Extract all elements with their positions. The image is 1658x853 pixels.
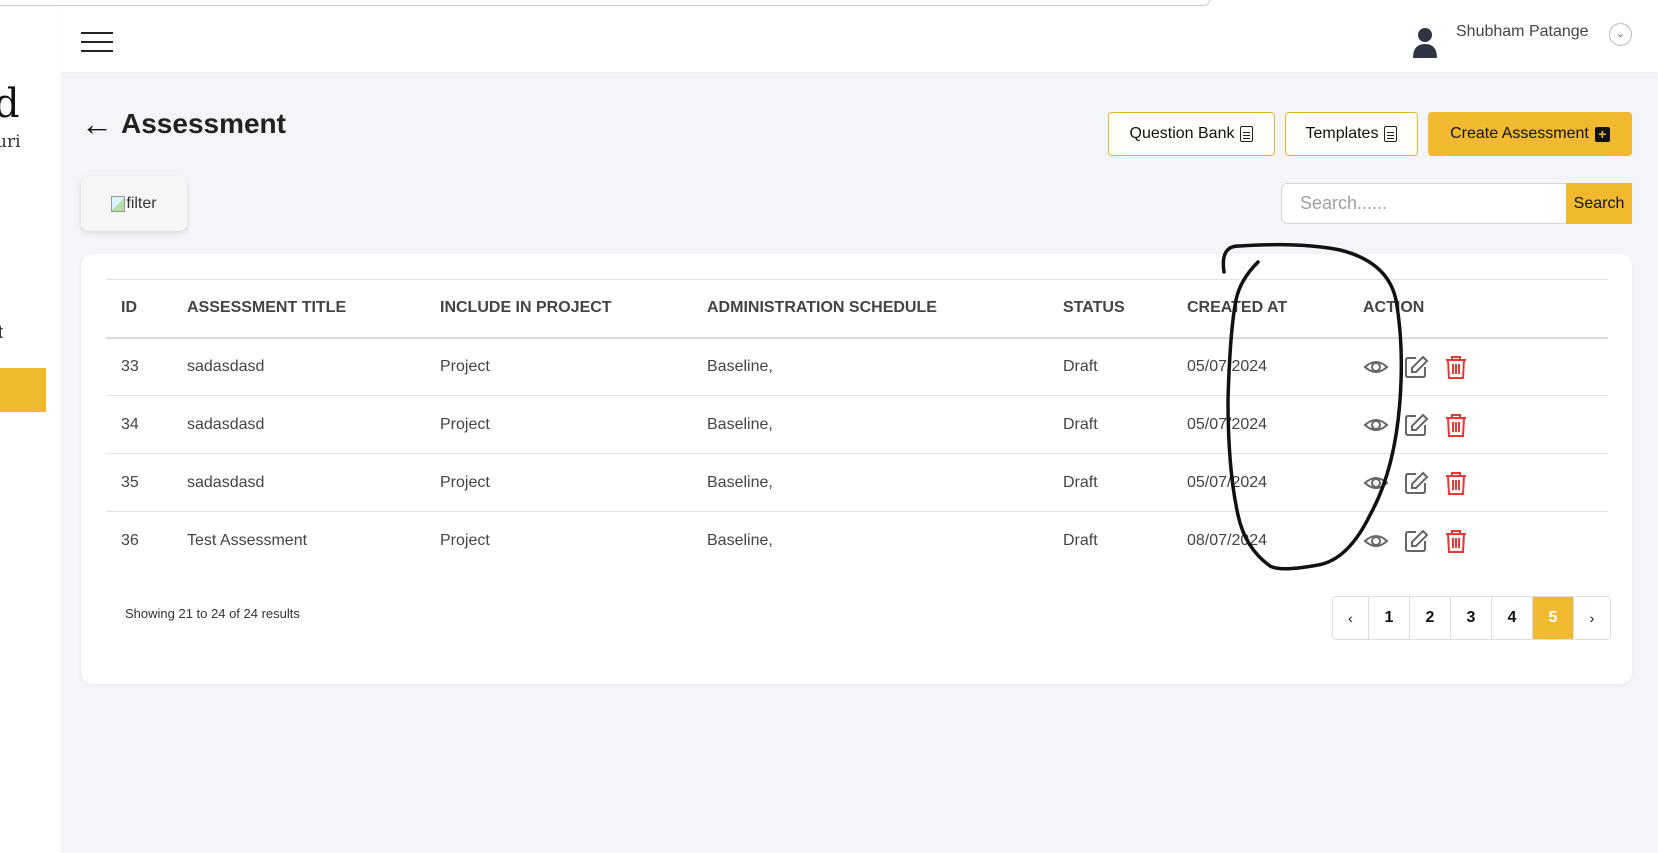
cell-actions bbox=[1348, 453, 1608, 512]
cell-schedule: Baseline, bbox=[692, 395, 1048, 454]
assessment-table-card: ID ASSESSMENT TITLE INCLUDE IN PROJECT A… bbox=[81, 254, 1632, 684]
document-icon bbox=[1384, 126, 1398, 142]
question-bank-button[interactable]: Question Bank bbox=[1108, 112, 1275, 156]
browser-top-strip bbox=[0, 0, 1210, 6]
assessment-table: ID ASSESSMENT TITLE INCLUDE IN PROJECT A… bbox=[106, 279, 1608, 570]
filter-alt-text: filter bbox=[126, 194, 157, 212]
page-heading: ← Assessment bbox=[81, 108, 286, 140]
document-icon bbox=[1240, 126, 1254, 142]
col-status: STATUS bbox=[1048, 279, 1172, 339]
cell-status: Draft bbox=[1063, 531, 1098, 549]
filter-button[interactable]: filter bbox=[81, 176, 187, 231]
plus-square-icon: + bbox=[1594, 126, 1610, 142]
cell-project: Project bbox=[425, 337, 692, 396]
cell-title: Test Assessment bbox=[187, 531, 308, 549]
edit-icon[interactable] bbox=[1403, 470, 1429, 496]
cell-created-at: 05/07/2024 bbox=[1172, 337, 1348, 396]
table-row: 33 sadasdasd Project Baseline, Draft 05/… bbox=[106, 337, 1608, 396]
table-row: 36 Test Assessment Project Baseline, Dra… bbox=[106, 512, 1608, 570]
user-avatar-icon[interactable] bbox=[1411, 26, 1439, 58]
create-assessment-button[interactable]: Create Assessment + bbox=[1428, 112, 1632, 156]
edit-icon[interactable] bbox=[1403, 354, 1429, 380]
main-area: Shubham Patange ⌄ ← Assessment Question … bbox=[61, 8, 1658, 853]
back-arrow-icon[interactable]: ← bbox=[81, 108, 113, 140]
cell-title: sadasdasd bbox=[172, 453, 425, 512]
cell-status: Draft bbox=[1048, 395, 1172, 454]
results-summary: Showing 21 to 24 of 24 results bbox=[125, 606, 300, 621]
page-3-button[interactable]: 3 bbox=[1451, 597, 1492, 639]
col-action: ACTION bbox=[1348, 279, 1608, 339]
page-title: Assessment bbox=[121, 108, 286, 139]
templates-button[interactable]: Templates bbox=[1285, 112, 1418, 156]
broken-image-icon bbox=[111, 195, 126, 212]
sidebar-logo-subtitle: uri bbox=[0, 132, 21, 152]
search-button[interactable]: Search bbox=[1566, 183, 1632, 224]
cell-created-at: 05/07/2024 bbox=[1172, 453, 1348, 512]
trash-icon[interactable] bbox=[1443, 470, 1469, 496]
templates-label: Templates bbox=[1305, 125, 1379, 142]
cell-id: 36 bbox=[121, 531, 139, 549]
cell-title: sadasdasd bbox=[172, 337, 425, 396]
create-assessment-label: Create Assessment bbox=[1450, 125, 1589, 142]
search-bar: Search bbox=[1281, 183, 1632, 224]
table-row: 35 sadasdasd Project Baseline, Draft 05/… bbox=[106, 453, 1608, 512]
question-bank-label: Question Bank bbox=[1129, 125, 1235, 142]
page-1-button[interactable]: 1 bbox=[1369, 597, 1410, 639]
cell-schedule: Baseline, bbox=[692, 337, 1048, 396]
page-4-button[interactable]: 4 bbox=[1492, 597, 1533, 639]
sidebar-item-active[interactable] bbox=[0, 368, 46, 412]
top-header: Shubham Patange ⌄ bbox=[61, 8, 1658, 72]
page-2-button[interactable]: 2 bbox=[1410, 597, 1451, 639]
cell-project: Project bbox=[425, 453, 692, 512]
eye-icon[interactable] bbox=[1363, 354, 1389, 380]
user-name[interactable]: Shubham Patange bbox=[1456, 23, 1589, 41]
trash-icon[interactable] bbox=[1443, 528, 1469, 554]
menu-toggle-icon[interactable] bbox=[81, 32, 113, 54]
edit-icon[interactable] bbox=[1403, 412, 1429, 438]
page-next-button[interactable]: › bbox=[1574, 597, 1610, 639]
cell-project: Project bbox=[440, 531, 490, 549]
cell-actions bbox=[1348, 395, 1608, 454]
cell-schedule: Baseline, bbox=[692, 453, 1048, 512]
eye-icon[interactable] bbox=[1363, 412, 1389, 438]
cell-status: Draft bbox=[1048, 337, 1172, 396]
cell-created-at: 05/07/2024 bbox=[1172, 395, 1348, 454]
eye-icon[interactable] bbox=[1363, 528, 1389, 554]
col-administration-schedule: ADMINISTRATION SCHEDULE bbox=[692, 279, 1048, 339]
cell-id: 34 bbox=[106, 395, 172, 454]
col-created-at: CREATED AT bbox=[1172, 279, 1348, 339]
sidebar-item-label[interactable]: t bbox=[0, 322, 3, 343]
trash-icon[interactable] bbox=[1443, 354, 1469, 380]
sidebar: d uri t bbox=[0, 8, 61, 853]
eye-icon[interactable] bbox=[1363, 470, 1389, 496]
col-id: ID bbox=[106, 279, 172, 339]
chevron-down-icon[interactable]: ⌄ bbox=[1609, 23, 1632, 46]
trash-icon[interactable] bbox=[1443, 412, 1469, 438]
cell-id: 35 bbox=[106, 453, 172, 512]
col-include-in-project: INCLUDE IN PROJECT bbox=[425, 279, 692, 339]
page-prev-button[interactable]: ‹ bbox=[1333, 597, 1369, 639]
table-header-row: ID ASSESSMENT TITLE INCLUDE IN PROJECT A… bbox=[106, 279, 1608, 339]
cell-id: 33 bbox=[106, 337, 172, 396]
table-row: 34 sadasdasd Project Baseline, Draft 05/… bbox=[106, 395, 1608, 454]
cell-title: sadasdasd bbox=[172, 395, 425, 454]
col-assessment-title: ASSESSMENT TITLE bbox=[172, 279, 425, 339]
sidebar-logo: d bbox=[0, 81, 20, 127]
cell-project: Project bbox=[425, 395, 692, 454]
search-input[interactable] bbox=[1281, 183, 1566, 224]
cell-actions bbox=[1348, 512, 1608, 570]
edit-icon[interactable] bbox=[1403, 528, 1429, 554]
cell-schedule: Baseline, bbox=[707, 531, 773, 549]
pagination: ‹ 1 2 3 4 5 › bbox=[1332, 596, 1611, 640]
page-5-button[interactable]: 5 bbox=[1533, 597, 1574, 639]
cell-created-at: 08/07/2024 bbox=[1187, 531, 1268, 549]
cell-actions bbox=[1348, 337, 1608, 396]
cell-status: Draft bbox=[1048, 453, 1172, 512]
